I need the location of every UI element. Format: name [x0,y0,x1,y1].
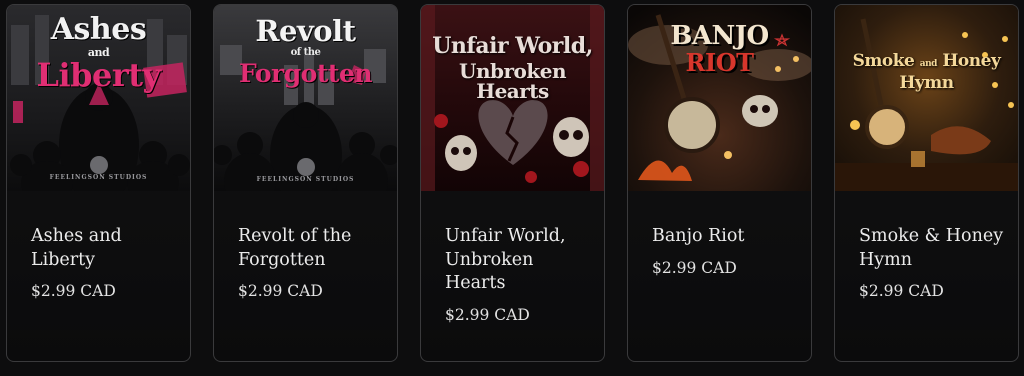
product-card-ashes-and-liberty[interactable]: Ashes and Liberty FEELINGSON STUDIOS Ash… [6,4,191,362]
album-cover-image[interactable]: Smoke and Honey Hymn [835,5,1018,191]
album-title-art-word2: and [919,59,938,69]
product-name[interactable]: Revolt of the Forgotten [238,225,388,272]
product-price: $2.99 CAD [31,282,116,300]
album-cover-image[interactable]: BANJO RIOT [628,5,811,191]
product-name[interactable]: Unfair World, Unbroken Hearts [445,225,595,296]
album-title-art-line2: of the [290,47,321,58]
product-info: Smoke & Honey Hymn $2.99 CAD [859,225,1009,300]
product-grid: Ashes and Liberty FEELINGSON STUDIOS Ash… [0,0,1024,376]
product-price: $2.99 CAD [652,258,737,277]
album-title-art-line1: Smoke and Honey [835,53,1018,70]
album-title-art-line2: Hymn [899,73,954,93]
product-info: Unfair World, Unbroken Hearts $2.99 CAD [445,225,595,324]
product-price: $2.99 CAD [859,282,944,300]
product-price: $2.99 CAD [238,282,323,300]
product-card-smoke-and-honey-hymn[interactable]: Smoke and Honey Hymn Smoke & Honey Hymn … [834,4,1019,362]
product-card-unfair-world-unbroken-hearts[interactable]: Unfair World, Unbroken Hearts Unfair Wor… [420,4,605,362]
album-cover-image[interactable]: Unfair World, Unbroken Hearts [421,5,604,191]
album-title-art-word3: Honey [942,51,1001,71]
product-price: $2.99 CAD [445,305,530,324]
album-title-art-line3: Liberty [36,56,161,94]
album-title-art-line1: Ashes [50,12,147,47]
album-art-studio-label: FEELINGSON STUDIOS [49,174,148,181]
album-title-art-line3: Forgotten [238,59,373,88]
album-cover-image[interactable]: Ashes and Liberty FEELINGSON STUDIOS [7,5,190,191]
album-title-art-line1: Unfair World, [432,33,593,59]
product-info: Revolt of the Forgotten $2.99 CAD [238,225,388,300]
album-title-art-word1: Smoke [852,51,915,71]
product-card-revolt-of-the-forgotten[interactable]: Revolt of the Forgotten FEELINGSON STUDI… [213,4,398,362]
album-title-art-line2: Unbroken Hearts [459,59,566,103]
product-info: Ashes and Liberty $2.99 CAD [31,225,181,300]
album-art-studio-label: FEELINGSON STUDIOS [256,176,355,183]
product-name[interactable]: Banjo Riot [652,225,802,249]
album-cover-image[interactable]: Revolt of the Forgotten FEELINGSON STUDI… [214,5,397,191]
product-name[interactable]: Ashes and Liberty [31,225,181,272]
product-card-banjo-riot[interactable]: BANJO RIOT Banjo Riot $2.99 CAD [627,4,812,362]
album-art-illustration [835,5,1018,191]
album-title-art-line2: RIOT [685,48,754,77]
album-title-art-line1: BANJO [670,21,769,51]
product-info: Banjo Riot $2.99 CAD [652,225,802,277]
product-name[interactable]: Smoke & Honey Hymn [859,225,1009,272]
album-title-art-line1: Revolt [255,14,356,48]
